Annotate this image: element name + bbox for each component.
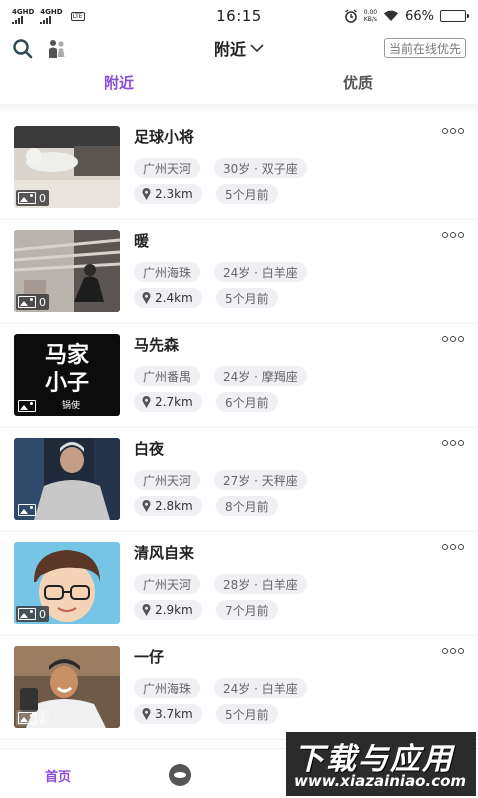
chevron-down-icon: [250, 44, 264, 53]
area-tag: 广州天河: [134, 470, 201, 490]
location-pin-icon: [142, 188, 151, 200]
signal-icon: 4GHD: [40, 8, 63, 24]
status-right: 0.00 KB/s 66%: [344, 8, 469, 24]
user-name: 白夜: [134, 440, 165, 458]
avatar[interactable]: 0: [14, 542, 120, 624]
user-name: 马先森: [134, 336, 180, 354]
avatar[interactable]: 0: [14, 230, 120, 312]
age-sign-tag: 24岁 · 摩羯座: [214, 366, 307, 386]
location-pin-icon: [142, 708, 151, 720]
photo-count-badge: 0: [16, 190, 49, 206]
gender-filter-icon[interactable]: [46, 38, 68, 60]
area-tag: 广州番禺: [134, 366, 201, 386]
search-icon[interactable]: [12, 38, 34, 60]
signal-icon: 4GHD: [12, 8, 34, 24]
photo-count-badge: 0: [16, 606, 49, 622]
distance-tag: 3.7km: [134, 704, 202, 724]
photo-icon: [18, 296, 36, 308]
area-tag: 广州天河: [134, 158, 201, 178]
avatar[interactable]: 1: [14, 646, 120, 728]
more-icon[interactable]: [442, 128, 464, 134]
age-sign-tag: 27岁 · 天秤座: [214, 470, 307, 490]
discover-icon[interactable]: [168, 763, 192, 787]
age-sign-tag: 24岁 · 白羊座: [214, 678, 307, 698]
tab-bar: 附近 优质: [0, 72, 478, 102]
net-speed: 0.00 KB/s: [363, 9, 378, 23]
last-active-tag: 5个月前: [216, 288, 278, 308]
list-item[interactable]: 0 暖 广州海珠 24岁 · 白羊座 2.4km 5个月前: [0, 220, 478, 324]
volte-badge: LTE: [70, 11, 85, 21]
distance-tag: 2.7km: [134, 392, 202, 412]
distance-tag: 2.4km: [134, 288, 202, 308]
more-icon[interactable]: [442, 544, 464, 550]
photo-count-badge: [16, 502, 39, 518]
age-sign-tag: 28岁 · 白羊座: [214, 574, 307, 594]
photo-icon: [18, 608, 36, 620]
wifi-icon: [384, 10, 399, 21]
watermark-url: www.xiazainiao.com: [294, 772, 467, 790]
photo-count-badge: 1: [16, 710, 49, 726]
age-sign-tag: 24岁 · 白羊座: [214, 262, 307, 282]
user-name: 一仔: [134, 648, 165, 666]
location-pin-icon: [142, 500, 151, 512]
photo-icon: [18, 400, 36, 412]
avatar-brand: 锅使: [62, 401, 81, 411]
list-item[interactable]: 1 一仔 广州海珠 24岁 · 白羊座 3.7km 5个月前: [0, 636, 478, 740]
list-item[interactable]: 0 清风自来 广州天河 28岁 · 白羊座 2.9km 7个月前: [0, 532, 478, 636]
more-icon[interactable]: [442, 648, 464, 654]
divider: [0, 104, 478, 114]
photo-icon: [18, 712, 36, 724]
age-sign-tag: 30岁 · 双子座: [214, 158, 307, 178]
location-pin-icon: [142, 396, 151, 408]
status-left: 4GHD 4GHD LTE: [12, 8, 85, 24]
list-item[interactable]: 白夜 广州天河 27岁 · 天秤座 2.8km 8个月前: [0, 428, 478, 532]
area-tag: 广州天河: [134, 574, 201, 594]
user-name: 暖: [134, 232, 150, 250]
area-tag: 广州海珠: [134, 678, 201, 698]
alarm-icon: [344, 9, 357, 23]
user-name: 足球小将: [134, 128, 195, 146]
area-tag: 广州海珠: [134, 262, 201, 282]
distance-tag: 2.8km: [134, 496, 202, 516]
photo-icon: [18, 192, 36, 204]
user-name: 清风自来: [134, 544, 195, 562]
distance-tag: 2.3km: [134, 184, 202, 204]
online-first-button[interactable]: 当前在线优先: [383, 38, 466, 58]
battery-percent: 66%: [405, 8, 434, 24]
location-pin-icon: [142, 604, 151, 616]
more-icon[interactable]: [442, 336, 464, 342]
last-active-tag: 6个月前: [216, 392, 278, 412]
photo-icon: [18, 504, 36, 516]
status-bar: 4GHD 4GHD LTE 16:15 0.00 KB/s 66%: [0, 0, 478, 32]
location-pin-icon: [142, 292, 151, 304]
more-icon[interactable]: [442, 232, 464, 238]
last-active-tag: 8个月前: [216, 496, 278, 516]
list-item[interactable]: 0 足球小将 广州天河 30岁 · 双子座 2.3km 5个月前: [0, 116, 478, 220]
last-active-tag: 7个月前: [216, 600, 278, 620]
top-header: 附近 当前在线优先: [0, 32, 478, 64]
user-list: 0 足球小将 广州天河 30岁 · 双子座 2.3km 5个月前 0 暖 广州海…: [0, 116, 478, 740]
avatar[interactable]: 马家 小子 锅使: [14, 334, 120, 416]
avatar-text: 马家 小子: [44, 343, 89, 396]
tab-quality[interactable]: 优质: [343, 72, 373, 93]
last-active-tag: 5个月前: [216, 184, 278, 204]
avatar[interactable]: [14, 438, 120, 520]
photo-count-badge: 0: [16, 294, 49, 310]
photo-count-badge: [16, 398, 39, 414]
nav-home[interactable]: 首页: [45, 766, 71, 785]
watermark: 下载与应用 www.xiazainiao.com: [286, 732, 476, 796]
more-icon[interactable]: [442, 440, 464, 446]
avatar[interactable]: 0: [14, 126, 120, 208]
page-title: 附近: [213, 40, 246, 59]
tab-nearby[interactable]: 附近: [104, 72, 134, 93]
list-item[interactable]: 马家 小子 锅使 马先森 广州番禺 24岁 · 摩羯座 2.7km 6个月前: [0, 324, 478, 428]
last-active-tag: 5个月前: [216, 704, 278, 724]
battery-icon: [440, 10, 469, 22]
distance-tag: 2.9km: [134, 600, 202, 620]
